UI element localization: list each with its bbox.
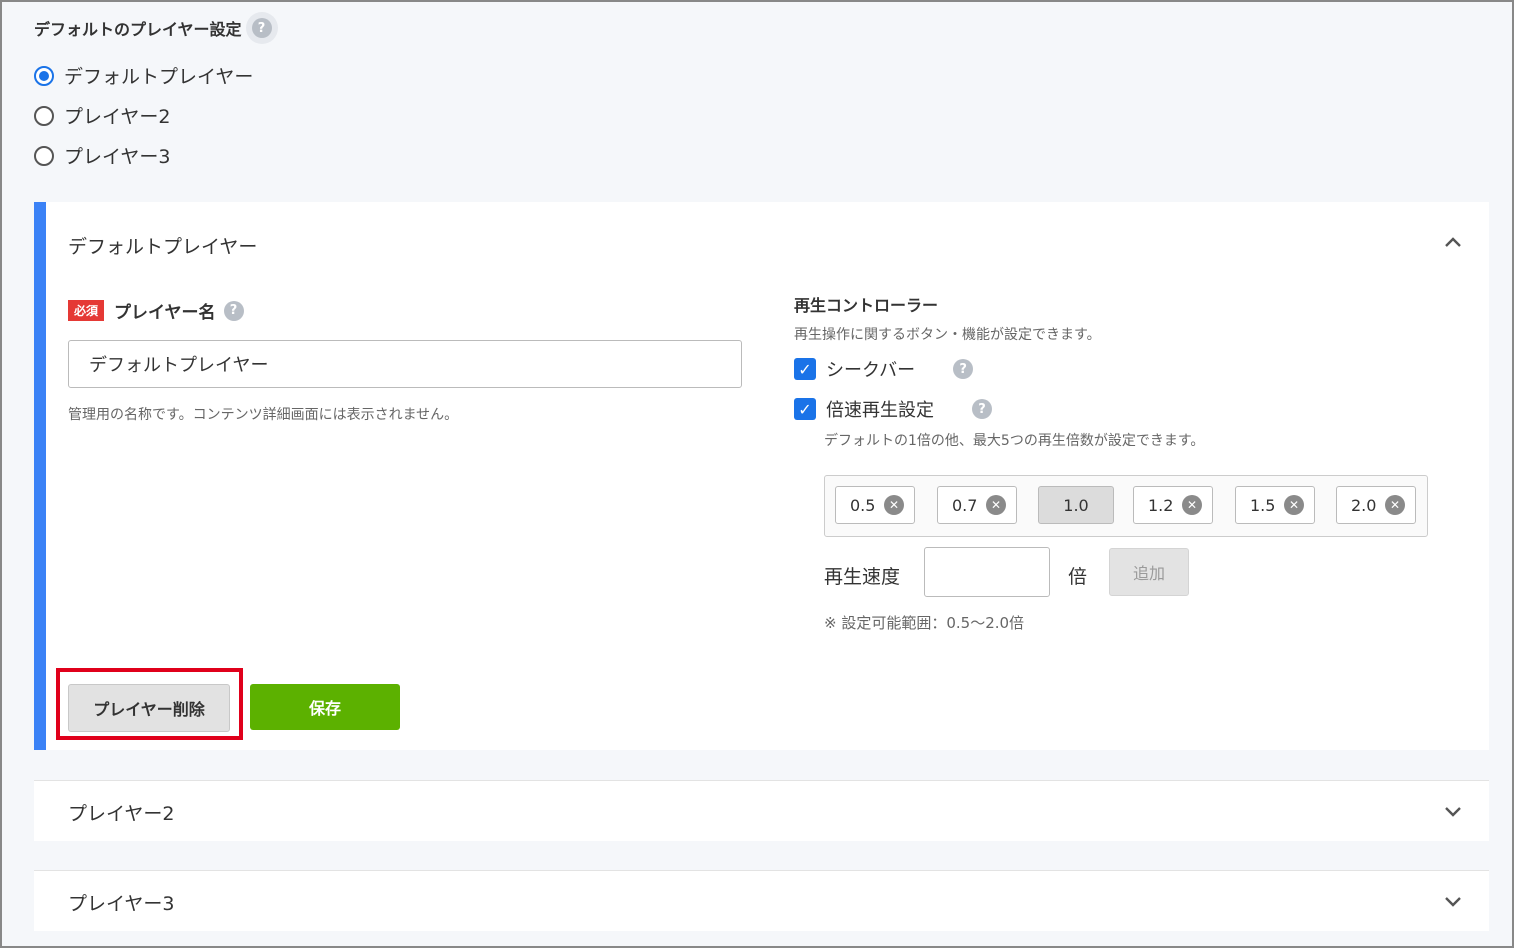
remove-circle-icon[interactable]: ✕ — [1385, 495, 1405, 515]
panel-title[interactable]: プレイヤー3 — [68, 889, 175, 916]
radio-label: プレイヤー3 — [64, 146, 171, 168]
player-panel-2[interactable]: プレイヤー2 — [34, 780, 1489, 841]
speed-chip-value: 2.0 — [1351, 495, 1377, 515]
radio-option-default[interactable]: デフォルトプレイヤー — [34, 62, 253, 89]
speed-chip: 0.5 ✕ — [835, 486, 915, 524]
section-title-text: デフォルトのプレイヤー設定 — [34, 20, 242, 39]
radio-button[interactable] — [34, 105, 54, 126]
player-panel-default: デフォルトプレイヤー 必須 プレイヤー名 ? デフォルトプレイヤー 管理用の名称… — [34, 202, 1489, 750]
player-panel-3[interactable]: プレイヤー3 — [34, 870, 1489, 931]
remove-circle-icon[interactable]: ✕ — [1182, 495, 1202, 515]
remove-circle-icon[interactable]: ✕ — [986, 495, 1006, 515]
radio-label: プレイヤー2 — [64, 106, 171, 128]
chevron-down-icon[interactable] — [1444, 803, 1462, 822]
chevron-down-icon[interactable] — [1444, 893, 1462, 912]
speed-description: デフォルトの1倍の他、最大5つの再生倍数が設定できます。 — [824, 433, 1205, 449]
chevron-up-icon[interactable] — [1444, 232, 1462, 253]
speed-chip: 0.7 ✕ — [937, 486, 1017, 524]
speed-chip: 1.5 ✕ — [1235, 486, 1315, 524]
panel-title[interactable]: プレイヤー2 — [68, 799, 175, 826]
speed-setting-checkbox-row[interactable]: ✓ 倍速再生設定 ? — [794, 396, 992, 422]
panel-title[interactable]: デフォルトプレイヤー — [68, 232, 257, 259]
speed-chip-value: 1.5 — [1250, 495, 1276, 515]
player-name-note: 管理用の名称です。コンテンツ詳細画面には表示されません。 — [68, 407, 459, 423]
player-name-label-row: 必須 プレイヤー名 ? — [68, 298, 244, 323]
question-circle-icon[interactable]: ? — [953, 359, 974, 379]
question-circle-icon[interactable]: ? — [972, 399, 992, 419]
radio-label: デフォルトプレイヤー — [64, 66, 254, 88]
question-circle-icon[interactable]: ? — [223, 300, 244, 321]
radio-button-checked[interactable] — [34, 65, 54, 86]
panel-accent-bar — [34, 202, 46, 750]
radio-option-player2[interactable]: プレイヤー2 — [34, 102, 171, 129]
speed-chip-default: 1.0 — [1038, 486, 1114, 524]
speed-setting-label: 倍速再生設定 — [826, 400, 934, 421]
chevron-down-svg — [1445, 807, 1461, 817]
controller-title: 再生コントローラー — [794, 296, 939, 315]
speed-unit: 倍 — [1068, 566, 1088, 588]
speed-chip-list: 0.5 ✕ 0.7 ✕ 1.0 1.2 ✕ 1.5 ✕ 2.0 ✕ — [824, 475, 1428, 537]
help-ring[interactable]: ? — [245, 12, 278, 44]
speed-chip-value: 1.0 — [1063, 495, 1089, 515]
add-speed-button[interactable]: 追加 — [1109, 548, 1189, 596]
controller-description: 再生操作に関するボタン・機能が設定できます。 — [794, 327, 1101, 343]
speed-chip-value: 1.2 — [1148, 495, 1174, 515]
chevron-down-svg — [1445, 897, 1461, 907]
question-circle-icon[interactable]: ? — [251, 18, 272, 38]
player-name-label: プレイヤー名 — [114, 303, 216, 323]
remove-circle-icon[interactable]: ✕ — [1284, 495, 1304, 515]
checkbox-checked[interactable]: ✓ — [794, 398, 816, 420]
remove-circle-icon[interactable]: ✕ — [884, 495, 904, 515]
speed-input[interactable] — [924, 547, 1050, 597]
chevron-up-svg — [1445, 237, 1461, 247]
required-badge: 必須 — [68, 300, 105, 321]
speed-chip-value: 0.7 — [952, 495, 978, 515]
player-name-input[interactable]: デフォルトプレイヤー — [68, 340, 742, 388]
speed-chip: 2.0 ✕ — [1336, 486, 1416, 524]
save-button[interactable]: 保存 — [250, 684, 400, 730]
range-note: ※ 設定可能範囲：0.5〜2.0倍 — [824, 614, 1025, 632]
checkbox-checked[interactable]: ✓ — [794, 358, 816, 380]
radio-button[interactable] — [34, 145, 54, 166]
seekbar-label: シークバー — [826, 360, 916, 381]
player-name-value: デフォルトプレイヤー — [89, 355, 269, 376]
speed-chip: 1.2 ✕ — [1133, 486, 1213, 524]
default-player-setting-title: デフォルトのプレイヤー設定 ? — [34, 12, 278, 44]
delete-player-button[interactable]: プレイヤー削除 — [68, 684, 230, 732]
radio-option-player3[interactable]: プレイヤー3 — [34, 142, 171, 169]
settings-page: デフォルトのプレイヤー設定 ? デフォルトプレイヤー プレイヤー2 プレイヤー3… — [0, 0, 1514, 948]
speed-input-label: 再生速度 — [824, 566, 901, 588]
speed-chip-value: 0.5 — [850, 495, 876, 515]
seekbar-checkbox-row[interactable]: ✓ シークバー ? — [794, 356, 974, 382]
